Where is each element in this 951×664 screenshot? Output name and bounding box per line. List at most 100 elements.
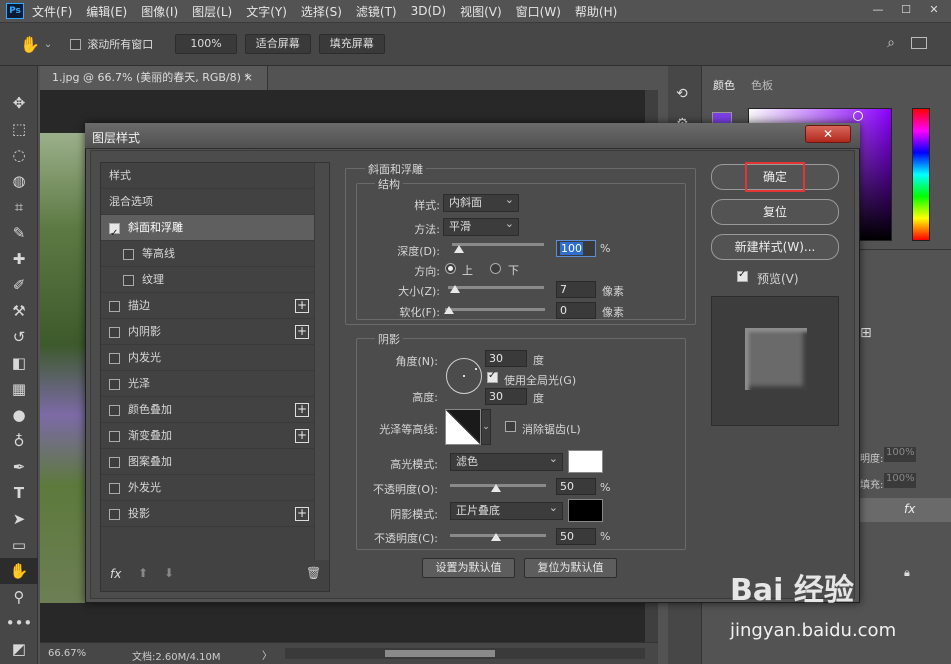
menu-view[interactable]: 视图(V)	[460, 3, 502, 20]
depth-input[interactable]: 100	[556, 240, 596, 257]
direction-down-radio[interactable]	[490, 263, 501, 274]
dodge-tool-icon[interactable]: ♁	[0, 428, 38, 454]
hand-tool-icon[interactable]: ✋	[0, 558, 38, 584]
menu-image[interactable]: 图像(I)	[141, 3, 178, 20]
menu-type[interactable]: 文字(Y)	[246, 3, 287, 20]
quick-select-tool-icon[interactable]: ◍	[0, 168, 38, 194]
tool-preset-chevron-icon[interactable]: ⌄	[44, 39, 52, 50]
style-list-item[interactable]: 混合选项	[101, 189, 314, 215]
add-effect-plus-icon[interactable]: +	[295, 403, 309, 417]
layer-fill-field[interactable]: 100%	[884, 473, 916, 488]
style-list-scrollbar[interactable]	[314, 163, 329, 560]
style-list-item[interactable]: 图案叠加	[101, 449, 314, 475]
eraser-tool-icon[interactable]: ◧	[0, 350, 38, 376]
antialias-checkbox[interactable]	[505, 421, 516, 432]
menu-window[interactable]: 窗口(W)	[516, 3, 561, 20]
technique-select[interactable]: 平滑	[443, 216, 519, 236]
style-list-item[interactable]: 渐变叠加 +	[101, 423, 314, 449]
size-slider-thumb[interactable]	[450, 285, 460, 293]
brush-tool-icon[interactable]: ✐	[0, 272, 38, 298]
hand-tool-icon[interactable]: ✋	[20, 35, 40, 54]
highlight-opacity-input[interactable]: 50	[556, 478, 596, 495]
highlight-mode-select[interactable]: 滤色	[450, 451, 563, 471]
type-tool-icon[interactable]: T	[0, 480, 38, 506]
style-list-item[interactable]: 光泽	[101, 371, 314, 397]
history-panel-icon[interactable]: ⟲	[676, 86, 688, 102]
tab-color[interactable]: 颜色	[705, 74, 743, 98]
menu-filter[interactable]: 滤镜(T)	[356, 3, 397, 20]
style-list-item[interactable]: 内阴影 +	[101, 319, 314, 345]
document-tab[interactable]: 1.jpg @ 66.7% (美丽的春天, RGB/8) * ×	[40, 66, 268, 90]
blur-tool-icon[interactable]: ●	[0, 402, 38, 428]
size-slider[interactable]	[448, 286, 544, 289]
add-effect-plus-icon[interactable]: +	[295, 507, 309, 521]
add-effect-plus-icon[interactable]: +	[295, 299, 309, 313]
style-list-item[interactable]: 内发光	[101, 345, 314, 371]
fx-menu-icon[interactable]: fx	[110, 567, 121, 581]
gradient-tool-icon[interactable]: ▦	[0, 376, 38, 402]
color-picker-cursor[interactable]	[853, 111, 863, 121]
fill-screen-button[interactable]: 填充屏幕	[318, 34, 385, 54]
size-input[interactable]: 7	[556, 281, 596, 298]
menu-edit[interactable]: 编辑(E)	[86, 3, 127, 20]
dialog-titlebar[interactable]	[85, 123, 860, 149]
menu-help[interactable]: 帮助(H)	[575, 3, 617, 20]
highlight-color-swatch[interactable]	[568, 450, 603, 473]
style-list-item[interactable]: 斜面和浮雕	[101, 215, 314, 247]
soften-slider-thumb[interactable]	[444, 306, 454, 314]
pen-tool-icon[interactable]: ✒	[0, 454, 38, 480]
tab-swatches[interactable]: 色板	[743, 74, 781, 98]
style-list-item[interactable]: 投影 +	[101, 501, 314, 527]
style-list-item[interactable]: 外发光	[101, 475, 314, 501]
zoom-100-button[interactable]: 100%	[175, 34, 237, 54]
move-tool-icon[interactable]: ✥	[0, 90, 38, 116]
lasso-tool-icon[interactable]: ◌	[0, 142, 38, 168]
fit-screen-button[interactable]: 适合屏幕	[244, 34, 311, 54]
new-style-button[interactable]: 新建样式(W)...	[711, 234, 839, 260]
add-effect-plus-icon[interactable]: +	[295, 325, 309, 339]
menu-file[interactable]: 文件(F)	[32, 3, 72, 20]
healing-brush-tool-icon[interactable]: ✚	[0, 246, 38, 272]
shadow-mode-select[interactable]: 正片叠底	[450, 500, 563, 520]
direction-up-radio[interactable]	[445, 263, 456, 274]
status-zoom[interactable]: 66.67%	[48, 648, 86, 659]
style-list-checkbox[interactable]	[109, 352, 120, 364]
style-list-checkbox[interactable]	[123, 274, 134, 286]
color-swatches-icon[interactable]: ◩	[0, 636, 38, 662]
style-list-item[interactable]: 颜色叠加 +	[101, 397, 314, 423]
more-tools-icon[interactable]: •••	[0, 610, 38, 636]
menu-layer[interactable]: 图层(L)	[192, 3, 232, 20]
horizontal-scrollbar[interactable]	[285, 648, 645, 659]
eyedropper-tool-icon[interactable]: ✎	[0, 220, 38, 246]
depth-slider[interactable]	[452, 243, 544, 246]
menu-3d[interactable]: 3D(D)	[411, 4, 446, 18]
style-list-item[interactable]: 等高线	[101, 241, 314, 267]
marquee-tool-icon[interactable]: ⬚	[0, 116, 38, 142]
path-select-tool-icon[interactable]: ➤	[0, 506, 38, 532]
dialog-close-button[interactable]: ✕	[805, 125, 851, 143]
horizontal-scroll-thumb[interactable]	[385, 650, 495, 657]
style-list-checkbox[interactable]	[109, 430, 120, 442]
clone-stamp-tool-icon[interactable]: ⚒	[0, 298, 38, 324]
style-list-checkbox[interactable]	[109, 482, 120, 494]
gloss-contour-picker[interactable]	[445, 409, 481, 445]
crop-tool-icon[interactable]: ⌗	[0, 194, 38, 220]
style-list-item[interactable]: 描边 +	[101, 293, 314, 319]
style-list-checkbox[interactable]	[109, 378, 120, 390]
move-down-icon[interactable]: ⬇	[164, 566, 174, 580]
menu-select[interactable]: 选择(S)	[301, 3, 342, 20]
shadow-opacity-input[interactable]: 50	[556, 528, 596, 545]
status-arrow-icon[interactable]: 〉	[262, 647, 272, 662]
add-effect-plus-icon[interactable]: +	[295, 429, 309, 443]
angle-input[interactable]: 30	[485, 350, 527, 367]
style-list-item[interactable]: 纹理	[101, 267, 314, 293]
depth-slider-thumb[interactable]	[454, 245, 464, 253]
grid-icon[interactable]: ⊞	[860, 325, 872, 341]
make-default-button[interactable]: 设置为默认值	[422, 558, 515, 578]
workspace-icon[interactable]	[911, 37, 927, 49]
style-list-checkbox[interactable]	[109, 221, 120, 247]
maximize-button[interactable]: ☐	[895, 2, 917, 18]
shadow-opacity-thumb[interactable]	[491, 533, 501, 541]
rectangle-tool-icon[interactable]: ▭	[0, 532, 38, 558]
global-light-checkbox[interactable]	[487, 370, 498, 383]
